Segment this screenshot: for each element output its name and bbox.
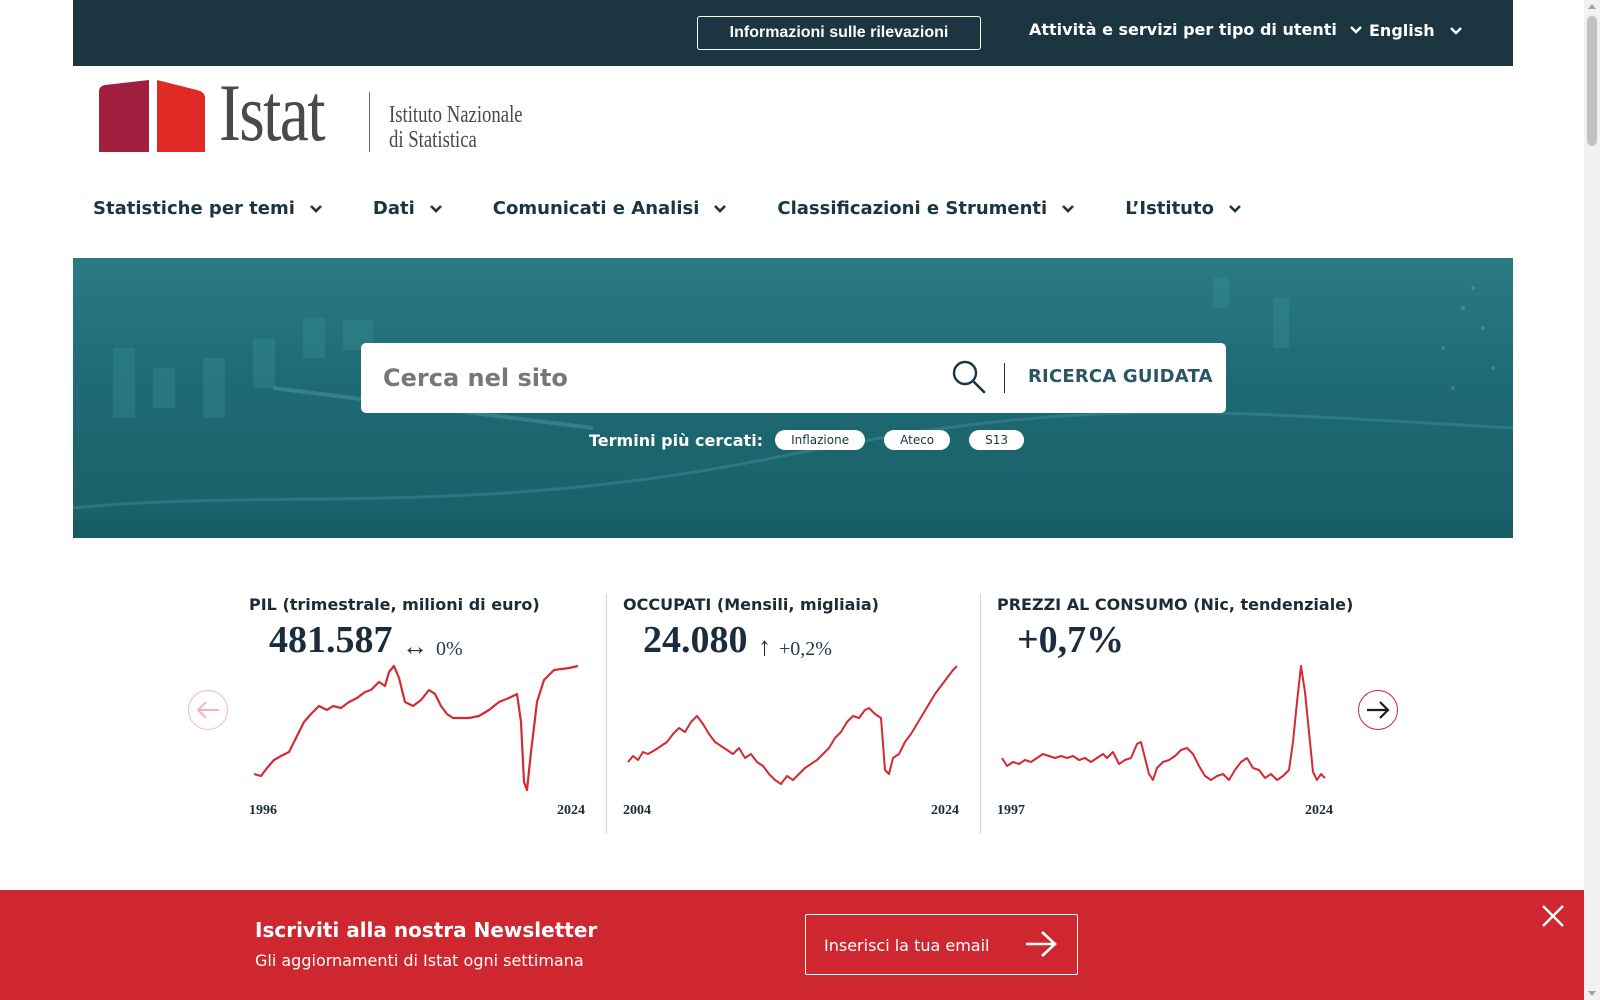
nav-item-label: Classificazioni e Strumenti bbox=[777, 198, 1048, 219]
chevron-down-icon bbox=[1449, 26, 1462, 35]
logo-subtitle: Istituto Nazionale di Statistica bbox=[389, 103, 523, 153]
year-end: 2024 bbox=[557, 803, 585, 818]
istat-logo[interactable]: Istat Istituto Nazionale di Statistica bbox=[99, 72, 529, 155]
indicators-carousel: PIL (trimestrale, milioni di euro) 481.5… bbox=[0, 580, 1584, 850]
main-navigation: Statistiche per temi Dati Comunicati e A… bbox=[93, 198, 1292, 219]
nav-item-istituto[interactable]: L’Istituto bbox=[1125, 198, 1242, 219]
search-tag-inflazione[interactable]: Inflazione bbox=[775, 430, 866, 450]
chevron-down-icon bbox=[1229, 204, 1241, 213]
indicator-value: +0,7% bbox=[1017, 619, 1125, 661]
logo-mark-icon bbox=[99, 80, 205, 152]
indicator-sparkline bbox=[253, 664, 579, 792]
language-menu[interactable]: English bbox=[1369, 21, 1463, 40]
carousel-next-button[interactable] bbox=[1358, 690, 1398, 730]
top-bar: Informazioni sulle rilevazioni Attività … bbox=[73, 0, 1513, 66]
users-services-menu[interactable]: Attività e servizi per tipo di utenti bbox=[1029, 20, 1363, 39]
search-icon[interactable] bbox=[951, 359, 987, 395]
language-label: English bbox=[1369, 21, 1435, 40]
logo-subtitle-line2: di Statistica bbox=[389, 127, 477, 153]
info-surveys-button[interactable]: Informazioni sulle rilevazioni bbox=[697, 16, 981, 50]
search-input[interactable] bbox=[383, 361, 913, 395]
arrow-left-icon bbox=[196, 701, 219, 719]
newsletter-subtitle: Gli aggiornamenti di Istat ogni settiman… bbox=[255, 951, 584, 970]
year-end: 2024 bbox=[931, 803, 959, 818]
scrollbar-thumb[interactable] bbox=[1587, 16, 1597, 146]
year-start: 1996 bbox=[249, 803, 277, 818]
chevron-down-icon bbox=[429, 204, 442, 213]
scroll-up-icon[interactable] bbox=[1588, 4, 1596, 9]
newsletter-email-input[interactable] bbox=[824, 933, 1014, 957]
popular-searches: Termini più cercati: Inflazione Ateco S1… bbox=[589, 430, 1043, 450]
chevron-down-icon bbox=[1062, 204, 1075, 213]
logo-subtitle-line1: Istituto Nazionale bbox=[389, 102, 523, 128]
popular-searches-label: Termini più cercati: bbox=[589, 430, 764, 450]
indicator-card-occupati[interactable]: OCCUPATI (Mensili, migliaia) 24.080 ↑ +0… bbox=[623, 580, 963, 830]
indicator-value: 481.587 bbox=[269, 619, 393, 661]
year-start: 2004 bbox=[623, 803, 651, 818]
search-tag-s13[interactable]: S13 bbox=[969, 430, 1025, 450]
chevron-down-icon bbox=[1350, 25, 1362, 34]
indicator-card-pil[interactable]: PIL (trimestrale, milioni di euro) 481.5… bbox=[249, 580, 589, 830]
indicator-value: 24.080 bbox=[643, 619, 748, 661]
indicator-title: OCCUPATI (Mensili, migliaia) bbox=[623, 595, 879, 614]
nav-item-statistiche[interactable]: Statistiche per temi bbox=[93, 198, 323, 219]
indicator-sparkline bbox=[627, 665, 958, 785]
search-separator bbox=[1004, 363, 1005, 393]
hero-search-banner: RICERCA GUIDATA Termini più cercati: Inf… bbox=[73, 258, 1513, 538]
close-icon[interactable] bbox=[1541, 904, 1565, 928]
nav-item-comunicati[interactable]: Comunicati e Analisi bbox=[493, 198, 728, 219]
indicator-title: PIL (trimestrale, milioni di euro) bbox=[249, 595, 540, 614]
page-scrollbar[interactable] bbox=[1584, 0, 1600, 1000]
indicator-trend-text: +0,2% bbox=[779, 638, 832, 660]
newsletter-form bbox=[805, 914, 1078, 975]
scroll-down-icon[interactable] bbox=[1588, 991, 1596, 996]
nav-item-label: L’Istituto bbox=[1125, 198, 1214, 219]
trend-flat-icon: ↔ bbox=[402, 632, 428, 661]
nav-item-label: Statistiche per temi bbox=[93, 198, 295, 219]
trend-up-icon: ↑ bbox=[758, 632, 771, 661]
logo-wordmark: Istat bbox=[219, 67, 326, 158]
chevron-down-icon bbox=[714, 204, 727, 213]
year-end: 2024 bbox=[1305, 803, 1333, 818]
nav-item-label: Comunicati e Analisi bbox=[492, 198, 700, 219]
logo-separator bbox=[369, 92, 370, 152]
arrow-right-icon bbox=[1367, 701, 1390, 719]
card-divider bbox=[980, 594, 981, 834]
guided-search-link[interactable]: RICERCA GUIDATA bbox=[1028, 366, 1213, 387]
year-start: 1997 bbox=[997, 803, 1025, 818]
carousel-prev-button[interactable] bbox=[188, 690, 228, 730]
nav-item-label: Dati bbox=[372, 198, 415, 219]
indicator-trend: ↑ +0,2% bbox=[758, 632, 832, 662]
arrow-right-icon[interactable] bbox=[1024, 929, 1058, 959]
chevron-down-icon bbox=[310, 204, 322, 213]
newsletter-banner: Iscriviti alla nostra Newsletter Gli agg… bbox=[0, 890, 1584, 1000]
indicator-trend: ↔ 0% bbox=[402, 632, 463, 662]
indicator-sparkline bbox=[1001, 665, 1326, 781]
indicator-card-prezzi[interactable]: PREZZI AL CONSUMO (Nic, tendenziale) +0,… bbox=[997, 580, 1353, 830]
indicator-trend-text: 0% bbox=[436, 638, 463, 660]
nav-item-dati[interactable]: Dati bbox=[373, 198, 443, 219]
users-services-label: Attività e servizi per tipo di utenti bbox=[1029, 20, 1337, 39]
card-divider bbox=[606, 594, 607, 834]
nav-item-classificazioni[interactable]: Classificazioni e Strumenti bbox=[777, 198, 1075, 219]
indicator-title: PREZZI AL CONSUMO (Nic, tendenziale) bbox=[997, 595, 1354, 614]
search-tag-ateco[interactable]: Ateco bbox=[884, 430, 951, 450]
newsletter-title: Iscriviti alla nostra Newsletter bbox=[255, 918, 598, 942]
search-box: RICERCA GUIDATA bbox=[361, 343, 1226, 413]
